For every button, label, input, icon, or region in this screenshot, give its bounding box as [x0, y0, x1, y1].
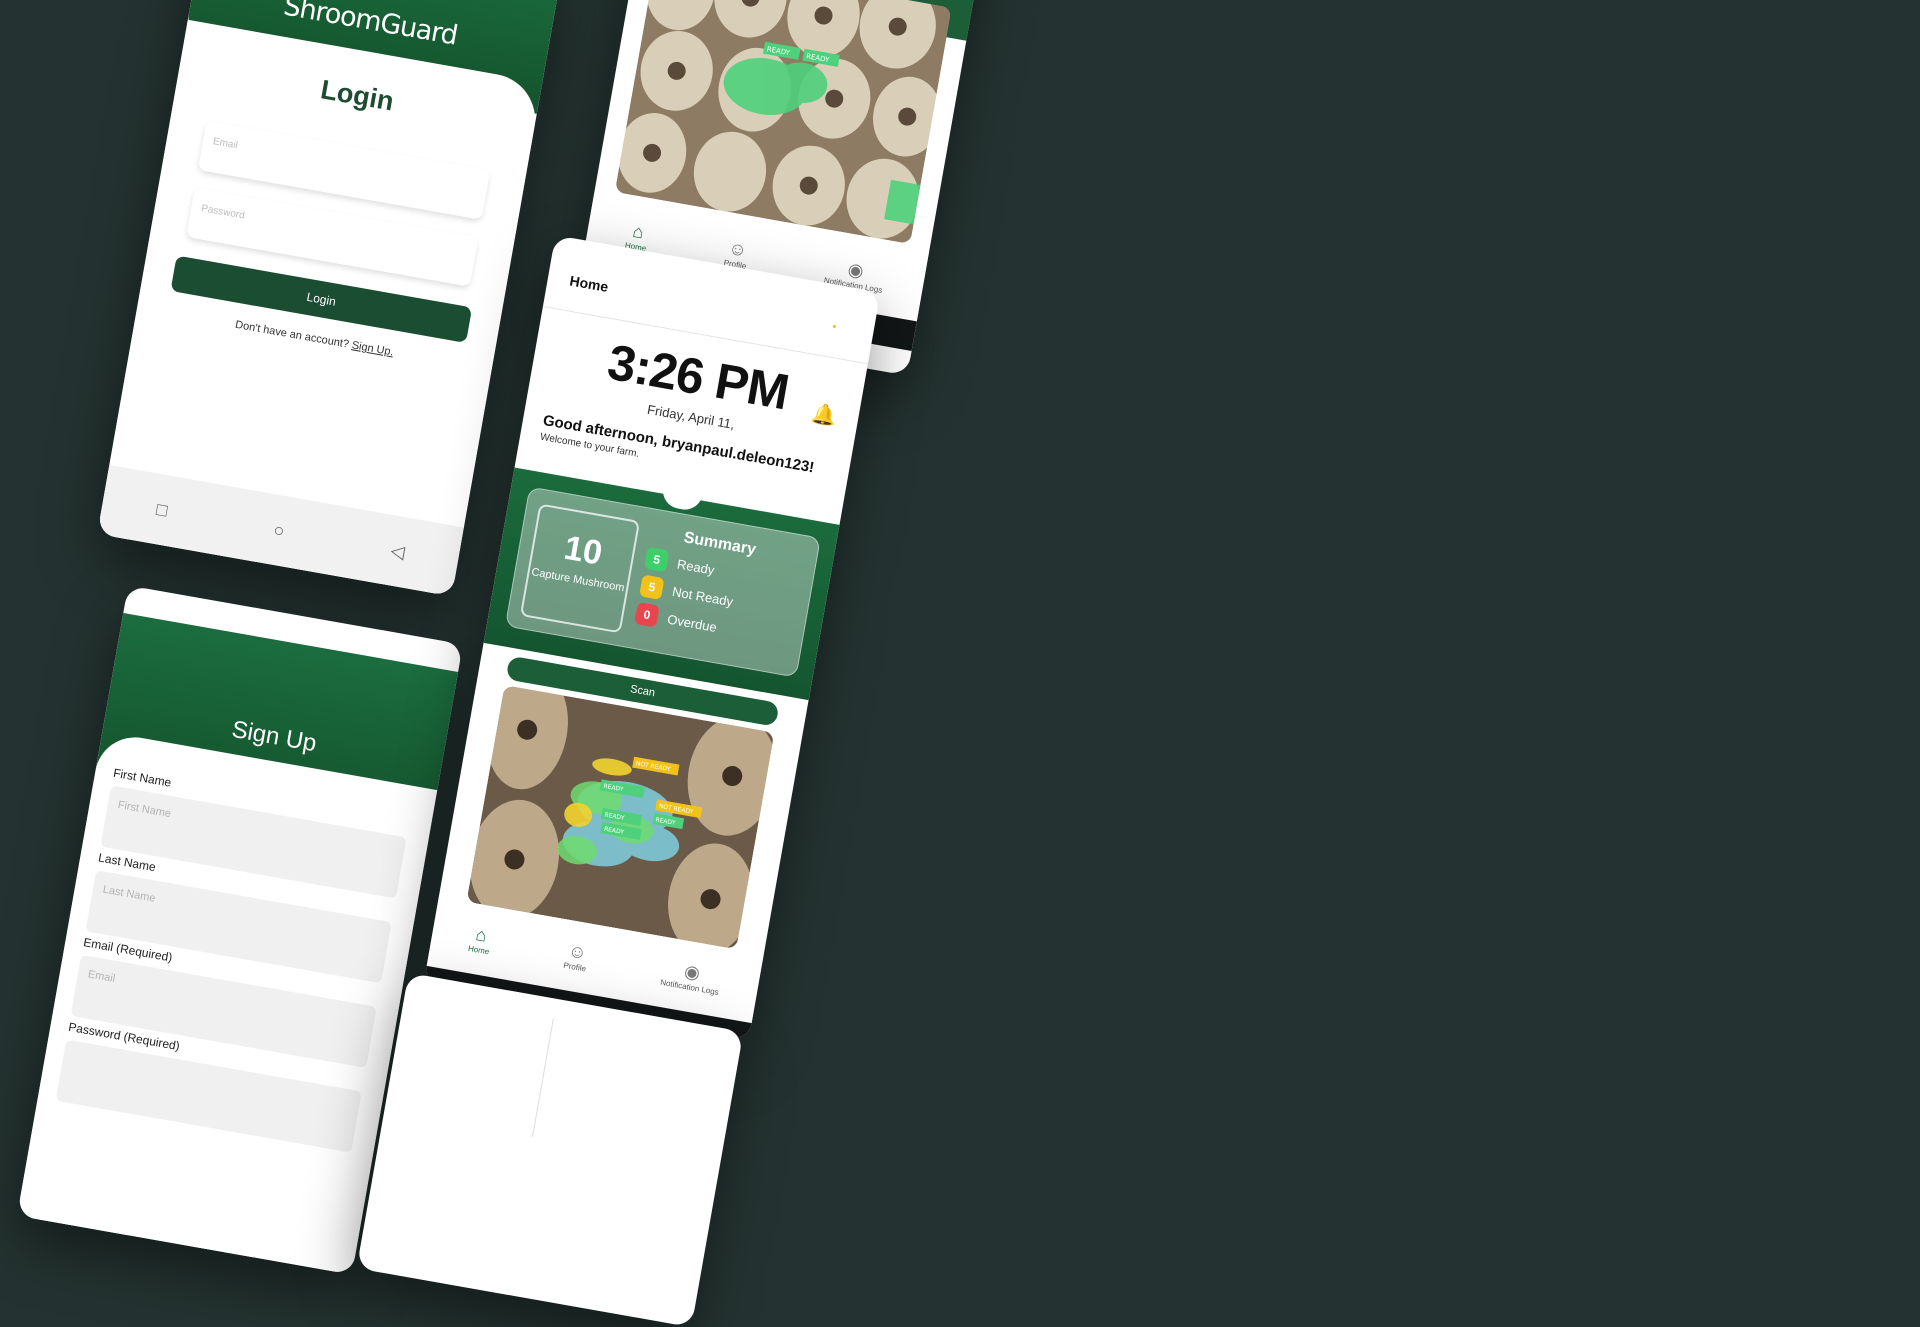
- nav-home[interactable]: ⌂ Home: [467, 923, 493, 956]
- not-ready-badge: 5: [639, 574, 665, 600]
- nav-home-label: Home: [467, 943, 490, 957]
- recents-icon[interactable]: □: [155, 498, 169, 521]
- nav-profile[interactable]: ☺ Profile: [563, 940, 591, 973]
- page-title: Home: [568, 272, 610, 295]
- no-account-text: Don't have an account?: [234, 318, 350, 351]
- overdue-label: Overdue: [666, 611, 719, 635]
- partial-screen: [356, 972, 744, 1327]
- home-icon: ⌂: [474, 924, 489, 946]
- overdue-badge: 0: [634, 602, 660, 628]
- login-screen: ✿ ShroomGuard Login Email Password Login…: [97, 0, 563, 597]
- status-dot: [832, 324, 837, 329]
- nav-notifications[interactable]: ◉ Notification Logs: [660, 957, 723, 997]
- ready-label: Ready: [676, 555, 716, 578]
- back-icon[interactable]: ◁: [389, 540, 406, 563]
- divider: [532, 1018, 554, 1137]
- ready-badge: 5: [643, 546, 670, 573]
- capture-count-box: 10 Capture Mushroom: [519, 503, 641, 634]
- home-circle-icon[interactable]: ○: [272, 519, 286, 542]
- not-ready-label: Not Ready: [671, 583, 735, 609]
- notification-icon: ◉: [846, 258, 866, 282]
- signup-link[interactable]: Sign Up.: [351, 339, 395, 358]
- bell-icon[interactable]: 🔔: [809, 400, 838, 429]
- notification-icon: ◉: [682, 960, 702, 984]
- summary-list: Summary 5 Ready 5 Not Ready 0 Overdue: [633, 523, 757, 648]
- home-icon: ⌂: [631, 220, 646, 243]
